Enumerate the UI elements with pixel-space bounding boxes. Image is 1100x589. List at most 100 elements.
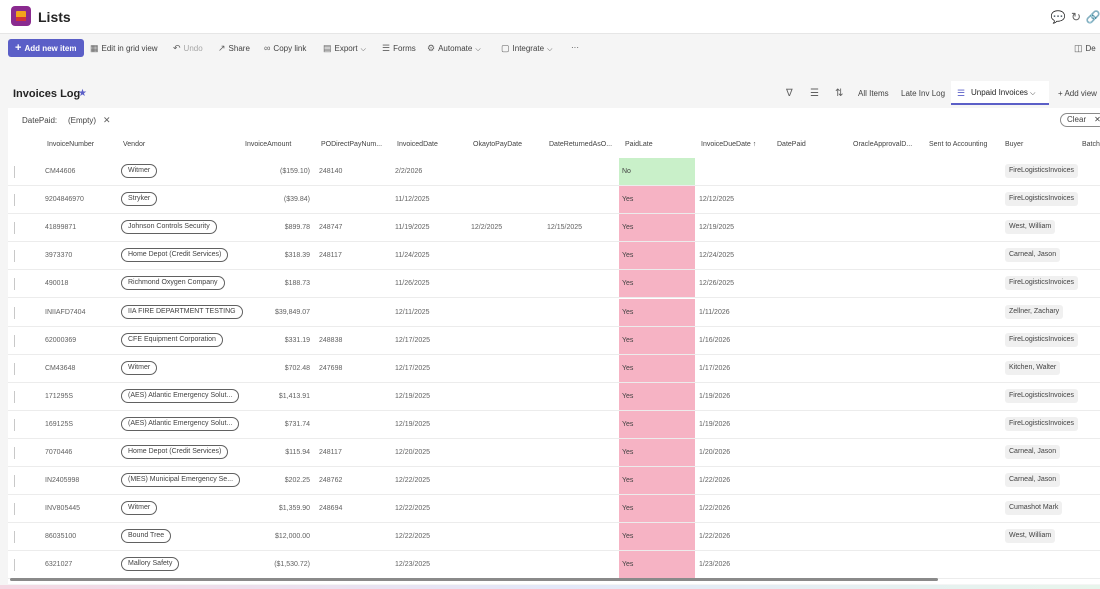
cell-invoiced-date[interactable]: 2/2/2026 (395, 168, 422, 175)
cell-invoice-amount[interactable]: $1,413.91 (240, 393, 310, 400)
table-row[interactable]: 86035100 Bound Tree $12,000.00 12/22/2025 Ye… (8, 523, 1100, 552)
edit-grid-view-button[interactable]: ▦ Edit in grid view (90, 43, 158, 54)
vendor-pill[interactable]: (AES) Atlantic Emergency Solut... (121, 416, 240, 431)
vendor-pill[interactable]: Stryker (121, 192, 158, 207)
cell-invoice-number[interactable]: CM44606 (45, 168, 75, 175)
cell-paid-late[interactable]: Yes (619, 495, 695, 523)
horizontal-scrollbar[interactable] (10, 578, 938, 581)
add-view-button[interactable]: + Add view (1058, 89, 1097, 98)
cell-invoiced-date[interactable]: 12/19/2025 (395, 393, 430, 400)
cell-invoice-number[interactable]: INV805445 (45, 505, 80, 512)
cell-invoiced-date[interactable]: 12/17/2025 (395, 365, 430, 372)
cell-paid-late[interactable]: Yes (619, 326, 695, 354)
cell-invoice-number[interactable]: CM43648 (45, 365, 75, 372)
row-select-handle[interactable] (14, 390, 15, 403)
vendor-pill[interactable]: Witmer (121, 164, 158, 178)
cell-invoice-amount[interactable]: $39,849.07 (240, 309, 310, 316)
cell-invoiced-date[interactable]: 12/22/2025 (395, 477, 430, 484)
cell-invoiced-date[interactable]: 11/19/2025 (395, 224, 430, 231)
cell-invoice-amount[interactable]: $188.73 (240, 280, 310, 287)
cell-invoiced-date[interactable]: 12/22/2025 (395, 505, 430, 512)
cell-paid-late[interactable]: Yes (619, 410, 695, 438)
cell-paid-late[interactable]: Yes (619, 214, 695, 242)
column-header-invoiceamount[interactable]: InvoiceAmount (245, 141, 291, 148)
column-header-podirectpaynum[interactable]: PODirectPayNum... (321, 141, 382, 148)
table-row[interactable]: 7070446 Home Depot (Credit Services) $115.… (8, 439, 1100, 467)
column-header-oracleapproval[interactable]: OracleApprovalD... (853, 141, 912, 148)
row-select-handle[interactable] (14, 194, 15, 207)
column-header-invoiceddate[interactable]: InvoicedDate (397, 141, 438, 148)
cell-paid-late[interactable]: Yes (619, 523, 695, 551)
favorite-star-icon[interactable]: ★ (78, 88, 87, 99)
cell-invoice-number[interactable]: 6321027 (45, 561, 72, 568)
cell-invoice-amount[interactable]: ($159.10) (240, 168, 310, 175)
clear-filters-button[interactable]: Clear ✕ (1060, 113, 1100, 127)
cell-invoice-due-date[interactable]: 12/26/2025 (699, 280, 734, 287)
cell-invoice-amount[interactable]: ($1,530.72) (240, 561, 310, 568)
cell-invoiced-date[interactable]: 12/22/2025 (395, 533, 430, 540)
cell-invoiced-date[interactable]: 11/12/2025 (395, 196, 430, 203)
tab-unpaid-invoices[interactable]: ☰ Unpaid Invoices ⌵ (951, 81, 1049, 105)
vendor-pill[interactable]: IIA FIRE DEPARTMENT TESTING (121, 304, 243, 319)
add-new-item-button[interactable]: + Add new item (8, 39, 84, 57)
buyer-pill[interactable]: Carneal, Jason (1005, 445, 1061, 459)
table-row[interactable]: IN2405998 (MES) Municipal Emergency Se...… (8, 467, 1100, 496)
cell-paid-late[interactable]: Yes (619, 551, 695, 579)
column-header-paidlate[interactable]: PaidLate (625, 141, 653, 148)
cell-invoiced-date[interactable]: 11/24/2025 (395, 252, 430, 259)
row-select-handle[interactable] (14, 418, 15, 431)
table-row[interactable]: 490018 Richmond Oxygen Company $188.73 11/2… (8, 270, 1100, 299)
vendor-pill[interactable]: Witmer (121, 360, 158, 375)
cell-invoice-amount[interactable]: $1,359.90 (240, 505, 310, 512)
table-row[interactable]: 41899871 Johnson Controls Security $899.78… (8, 214, 1100, 243)
copy-link-button[interactable]: ∞ Copy link (264, 43, 306, 53)
cell-paid-late[interactable]: Yes (619, 298, 695, 326)
vendor-pill[interactable]: (MES) Municipal Emergency Se... (121, 473, 241, 488)
vendor-pill[interactable]: Mallory Safety (121, 557, 180, 572)
buyer-pill[interactable]: FireLogisticsInvoices (1005, 276, 1078, 291)
share-button[interactable]: ↗ Share (218, 43, 250, 54)
buyer-pill[interactable]: FireLogisticsInvoices (1005, 388, 1078, 403)
cell-paid-late[interactable]: Yes (619, 439, 695, 466)
buyer-pill[interactable]: FireLogisticsInvoices (1005, 192, 1078, 207)
buyer-pill[interactable]: West, William (1005, 529, 1056, 544)
column-header-invoicenumber[interactable]: InvoiceNumber (47, 141, 94, 148)
cell-invoice-due-date[interactable]: 1/22/2026 (699, 505, 730, 512)
row-select-handle[interactable] (14, 475, 15, 488)
vendor-pill[interactable]: Richmond Oxygen Company (121, 276, 225, 291)
forms-button[interactable]: ☰ Forms (382, 43, 416, 54)
cell-po-number[interactable]: 248140 (319, 168, 342, 175)
cell-invoice-amount[interactable]: $12,000.00 (240, 533, 310, 540)
cell-po-number[interactable]: 247698 (319, 365, 342, 372)
row-select-handle[interactable] (14, 278, 15, 291)
cell-po-number[interactable]: 248694 (319, 505, 342, 512)
cell-invoice-due-date[interactable]: 1/17/2026 (699, 365, 730, 372)
vendor-pill[interactable]: Witmer (121, 501, 158, 516)
row-select-handle[interactable] (14, 166, 15, 178)
vendor-pill[interactable]: Bound Tree (121, 529, 172, 544)
vendor-pill[interactable]: Johnson Controls Security (121, 220, 217, 235)
row-select-handle[interactable] (14, 362, 15, 375)
table-row[interactable]: 169125S (AES) Atlantic Emergency Solut...… (8, 410, 1100, 439)
integrate-button[interactable]: ▢ Integrate ⌵ (501, 43, 552, 54)
cell-po-number[interactable]: 248117 (319, 252, 342, 259)
cell-invoice-number[interactable]: 169125S (45, 421, 73, 428)
cell-invoice-amount[interactable]: $899.78 (240, 224, 310, 231)
cell-paid-late[interactable]: Yes (619, 242, 695, 270)
cell-invoice-number[interactable]: 41899871 (45, 224, 76, 231)
remove-filter-icon[interactable]: ✕ (103, 115, 111, 126)
table-row[interactable]: INIIAFD7404 IIA FIRE DEPARTMENT TESTING $3… (8, 298, 1100, 327)
table-row[interactable]: 62000369 CFE Equipment Corporation $331.19… (8, 326, 1100, 355)
cell-invoice-amount[interactable]: $331.19 (240, 337, 310, 344)
cell-date-returned[interactable]: 12/15/2025 (547, 224, 582, 231)
cell-invoice-due-date[interactable]: 1/23/2026 (699, 561, 730, 568)
cell-invoiced-date[interactable]: 11/26/2025 (395, 280, 430, 287)
cell-paid-late[interactable]: Yes (619, 467, 695, 495)
row-select-handle[interactable] (14, 250, 15, 263)
cell-invoice-amount[interactable]: $731.74 (240, 421, 310, 428)
cell-invoice-amount[interactable]: $202.25 (240, 477, 310, 484)
vendor-pill[interactable]: (AES) Atlantic Emergency Solut... (121, 388, 240, 403)
cell-invoice-number[interactable]: 3973370 (45, 252, 72, 259)
column-header-vendor[interactable]: Vendor (123, 141, 145, 148)
cell-po-number[interactable]: 248762 (319, 477, 342, 484)
